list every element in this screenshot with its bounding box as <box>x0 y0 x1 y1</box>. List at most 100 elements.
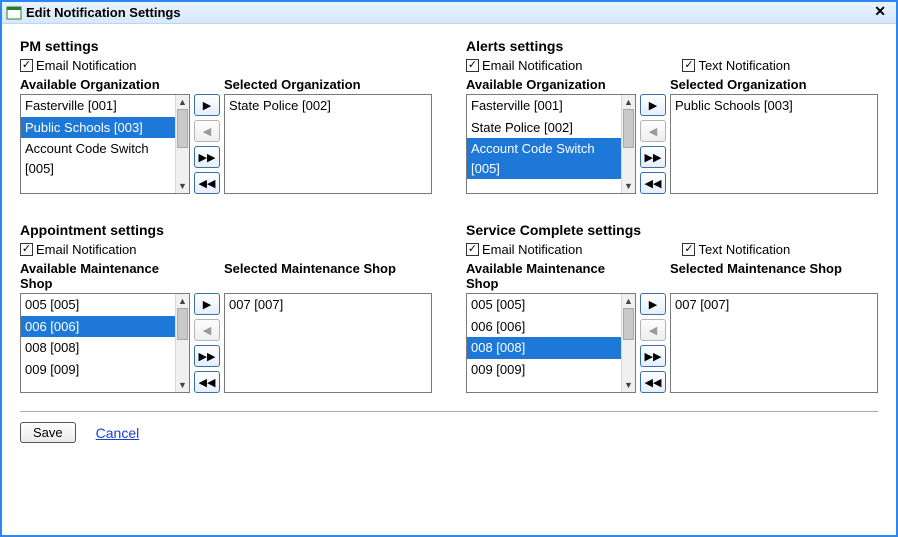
available-org-list-pm[interactable]: Fasterville [001]Public Schools [003]Acc… <box>20 94 190 194</box>
list-item[interactable]: 009 [009] <box>21 359 175 381</box>
remove-button[interactable]: ◀ <box>194 120 220 142</box>
section-pm: PM settings ✓ Email Notification Availab… <box>20 38 432 194</box>
checkbox-icon: ✓ <box>466 59 479 72</box>
email-notification-checkbox-pm[interactable]: ✓ Email Notification <box>20 58 136 73</box>
scroll-up-icon[interactable]: ▲ <box>622 95 636 109</box>
list-item[interactable]: 008 [008] <box>21 337 175 359</box>
checkbox-icon: ✓ <box>682 243 695 256</box>
selected-org-list-pm[interactable]: State Police [002] <box>224 94 432 194</box>
selected-org-list-alerts[interactable]: Public Schools [003] <box>670 94 878 194</box>
scroll-up-icon[interactable]: ▲ <box>176 95 190 109</box>
section-title-service: Service Complete settings <box>466 222 878 238</box>
checkbox-icon: ✓ <box>20 243 33 256</box>
add-button[interactable]: ▶ <box>640 94 666 116</box>
available-shop-list-service[interactable]: 005 [005]006 [006]008 [008]009 [009] ▲ ▼ <box>466 293 636 393</box>
selected-shop-list-service[interactable]: 007 [007] <box>670 293 878 393</box>
email-notification-checkbox-appointment[interactable]: ✓ Email Notification <box>20 242 136 257</box>
header-selected-org: Selected Organization <box>224 77 432 92</box>
scroll-down-icon[interactable]: ▼ <box>176 179 190 193</box>
header-available-shop: Available Maintenance Shop <box>20 261 190 291</box>
list-item[interactable]: 005 [005] <box>467 294 621 316</box>
available-org-list-alerts[interactable]: Fasterville [001]State Police [002]Accou… <box>466 94 636 194</box>
scrollbar[interactable]: ▲ ▼ <box>621 294 635 392</box>
checkbox-icon: ✓ <box>20 59 33 72</box>
checkbox-label: Email Notification <box>36 58 136 73</box>
add-button[interactable]: ▶ <box>640 293 666 315</box>
scroll-down-icon[interactable]: ▼ <box>622 179 636 193</box>
list-item[interactable]: 009 [009] <box>467 359 621 381</box>
section-service: Service Complete settings ✓ Email Notifi… <box>466 222 878 393</box>
remove-all-button[interactable]: ◀◀ <box>194 371 220 393</box>
section-appointment: Appointment settings ✓ Email Notificatio… <box>20 222 432 393</box>
section-title-alerts: Alerts settings <box>466 38 878 54</box>
footer: Save Cancel <box>20 422 878 443</box>
list-item[interactable]: 008 [008] <box>467 337 621 359</box>
mover-buttons-alerts: ▶ ◀ ▶▶ ◀◀ <box>636 94 670 194</box>
mover-buttons-service: ▶ ◀ ▶▶ ◀◀ <box>636 293 670 393</box>
list-item[interactable]: 005 [005] <box>21 294 175 316</box>
header-available-org: Available Organization <box>466 77 636 92</box>
list-item[interactable]: State Police [002] <box>467 117 621 139</box>
checkbox-icon: ✓ <box>682 59 695 72</box>
add-all-button[interactable]: ▶▶ <box>640 146 666 168</box>
checkbox-label: Text Notification <box>698 242 790 257</box>
scrollbar[interactable]: ▲ ▼ <box>621 95 635 193</box>
list-item[interactable]: State Police [002] <box>225 95 431 117</box>
remove-button[interactable]: ◀ <box>194 319 220 341</box>
dialog-title: Edit Notification Settings <box>26 5 181 20</box>
remove-all-button[interactable]: ◀◀ <box>194 172 220 194</box>
header-selected-org: Selected Organization <box>670 77 878 92</box>
checkbox-label: Text Notification <box>698 58 790 73</box>
list-item[interactable]: 007 [007] <box>225 294 431 316</box>
text-notification-checkbox-service[interactable]: ✓ Text Notification <box>682 242 790 257</box>
checkbox-icon: ✓ <box>466 243 479 256</box>
add-all-button[interactable]: ▶▶ <box>194 146 220 168</box>
scrollbar[interactable]: ▲ ▼ <box>175 294 189 392</box>
app-icon <box>6 5 22 21</box>
mover-buttons-pm: ▶ ◀ ▶▶ ◀◀ <box>190 94 224 194</box>
list-item[interactable]: 006 [006] <box>467 316 621 338</box>
list-item[interactable]: Fasterville [001] <box>467 95 621 117</box>
selected-shop-list-appointment[interactable]: 007 [007] <box>224 293 432 393</box>
scroll-down-icon[interactable]: ▼ <box>622 378 636 392</box>
section-alerts: Alerts settings ✓ Email Notification ✓ T… <box>466 38 878 194</box>
remove-button[interactable]: ◀ <box>640 319 666 341</box>
list-item[interactable]: Account Code Switch [005] <box>21 138 175 179</box>
cancel-link[interactable]: Cancel <box>96 425 140 441</box>
header-available-org: Available Organization <box>20 77 190 92</box>
scroll-up-icon[interactable]: ▲ <box>176 294 190 308</box>
add-button[interactable]: ▶ <box>194 293 220 315</box>
scroll-up-icon[interactable]: ▲ <box>622 294 636 308</box>
add-all-button[interactable]: ▶▶ <box>640 345 666 367</box>
dialog-window: Edit Notification Settings ✕ PM settings… <box>0 0 898 537</box>
available-shop-list-appointment[interactable]: 005 [005]006 [006]008 [008]009 [009] ▲ ▼ <box>20 293 190 393</box>
scroll-down-icon[interactable]: ▼ <box>176 378 190 392</box>
close-icon[interactable]: ✕ <box>870 3 890 20</box>
checkbox-label: Email Notification <box>36 242 136 257</box>
add-button[interactable]: ▶ <box>194 94 220 116</box>
list-item[interactable]: 007 [007] <box>671 294 877 316</box>
remove-button[interactable]: ◀ <box>640 120 666 142</box>
list-item[interactable]: Account Code Switch [005] <box>467 138 621 179</box>
list-item[interactable]: Fasterville [001] <box>21 95 175 117</box>
mover-buttons-appointment: ▶ ◀ ▶▶ ◀◀ <box>190 293 224 393</box>
remove-all-button[interactable]: ◀◀ <box>640 172 666 194</box>
titlebar: Edit Notification Settings ✕ <box>2 2 896 24</box>
add-all-button[interactable]: ▶▶ <box>194 345 220 367</box>
email-notification-checkbox-service[interactable]: ✓ Email Notification <box>466 242 582 257</box>
scrollbar[interactable]: ▲ ▼ <box>175 95 189 193</box>
text-notification-checkbox-alerts[interactable]: ✓ Text Notification <box>682 58 790 73</box>
section-title-appointment: Appointment settings <box>20 222 432 238</box>
remove-all-button[interactable]: ◀◀ <box>640 371 666 393</box>
list-item[interactable]: Public Schools [003] <box>671 95 877 117</box>
checkbox-label: Email Notification <box>482 242 582 257</box>
content-area: PM settings ✓ Email Notification Availab… <box>2 24 896 457</box>
header-available-shop: Available Maintenance Shop <box>466 261 636 291</box>
save-button[interactable]: Save <box>20 422 76 443</box>
email-notification-checkbox-alerts[interactable]: ✓ Email Notification <box>466 58 582 73</box>
list-item[interactable]: Public Schools [003] <box>21 117 175 139</box>
list-item[interactable]: 006 [006] <box>21 316 175 338</box>
checkbox-label: Email Notification <box>482 58 582 73</box>
header-selected-shop: Selected Maintenance Shop <box>224 261 432 291</box>
divider <box>20 411 878 412</box>
